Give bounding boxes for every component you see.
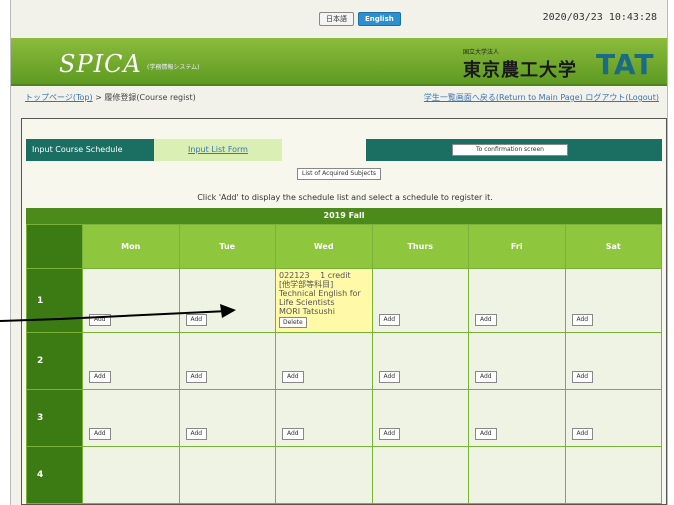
registration-panel: Input Course Schedule Input List Form To… <box>21 118 667 505</box>
add-button[interactable]: Add <box>185 428 208 440</box>
schedule-grid: Mon Tue Wed Thurs Fri Sat 1 Add Add 0221… <box>26 224 662 504</box>
slot-fri-4 <box>468 446 566 504</box>
registered-course-slot: 022123 1 credit [他学部等科目] Technical Engli… <box>275 268 373 333</box>
tab-bar: Input Course Schedule Input List Form To… <box>26 139 662 161</box>
slot-fri-1: Add <box>468 268 566 333</box>
period-label: 2 <box>26 332 83 390</box>
slot-thurs-1: Add <box>371 268 469 333</box>
return-main-link[interactable]: 学生一覧画面へ戻る(Return to Main Page) <box>424 93 583 102</box>
slot-tue-3: Add <box>178 389 276 447</box>
language-japanese-button[interactable]: 日本語 <box>319 12 354 26</box>
period-label: 1 <box>26 268 83 333</box>
day-header-thurs: Thurs <box>371 224 469 269</box>
slot-sat-1: Add <box>564 268 662 333</box>
add-button[interactable]: Add <box>475 428 497 440</box>
add-button[interactable]: Add <box>571 371 594 383</box>
day-header-tue: Tue <box>178 224 276 269</box>
slot-sat-4 <box>564 446 662 504</box>
day-header-mon: Mon <box>82 224 180 269</box>
period-row-2: 2 Add Add Add Add Add Add <box>26 332 662 390</box>
current-datetime: 2020/03/23 10:43:28 <box>542 12 657 23</box>
logo-subtitle: (学務情報システム) <box>147 64 200 71</box>
logout-link[interactable]: ログアウト(Logout) <box>585 93 659 102</box>
slot-tue-1: Add <box>178 268 276 333</box>
add-button[interactable]: Add <box>185 371 208 383</box>
confirm-bar: To confirmation screen <box>366 139 662 161</box>
tab-input-list-form[interactable]: Input List Form <box>154 139 282 161</box>
slot-wed-4 <box>275 446 373 504</box>
add-button[interactable]: Add <box>378 371 401 383</box>
add-button[interactable]: Add <box>89 314 111 326</box>
navigation-row: トップページ(Top) > 履修登録(Course regist) 学生一覧画面… <box>11 86 667 108</box>
add-button[interactable]: Add <box>378 428 401 440</box>
delete-button[interactable]: Delete <box>279 317 307 328</box>
slot-sat-2: Add <box>564 332 662 390</box>
corner-cell <box>26 224 83 269</box>
confirmation-screen-button[interactable]: To confirmation screen <box>452 144 568 156</box>
add-button[interactable]: Add <box>89 371 111 383</box>
term-header: 2019 Fall <box>26 208 662 224</box>
day-header-fri: Fri <box>468 224 566 269</box>
slot-mon-2: Add <box>82 332 180 390</box>
day-header-wed: Wed <box>275 224 373 269</box>
course-category: [他学部等科目] <box>279 280 334 289</box>
slot-mon-4 <box>82 446 180 504</box>
page-frame: 日本語 English 2020/03/23 10:43:28 SPICA (学… <box>10 0 668 505</box>
slot-mon-3: Add <box>82 389 180 447</box>
add-button[interactable]: Add <box>282 371 304 383</box>
breadcrumb-separator: > <box>92 93 105 102</box>
university-name: 東京農工大学 <box>463 60 577 81</box>
acquired-subjects-button[interactable]: List of Acquired Subjects <box>297 168 381 180</box>
course-title: Technical English for Life Scientists <box>279 289 361 307</box>
period-label: 3 <box>26 389 83 447</box>
slot-wed-2: Add <box>275 332 373 390</box>
course-instructor: MORI Tatsushi <box>279 307 335 316</box>
add-button[interactable]: Add <box>475 314 497 326</box>
breadcrumb-current: 履修登録(Course regist) <box>104 93 196 102</box>
course-code-credit: 022123 1 credit <box>279 271 351 280</box>
slot-thurs-3: Add <box>371 389 469 447</box>
add-button[interactable]: Add <box>475 371 497 383</box>
breadcrumb: トップページ(Top) > 履修登録(Course regist) <box>25 92 196 103</box>
add-button[interactable]: Add <box>185 314 208 326</box>
slot-sat-3: Add <box>564 389 662 447</box>
slot-fri-2: Add <box>468 332 566 390</box>
slot-tue-4 <box>178 446 276 504</box>
add-button[interactable]: Add <box>89 428 111 440</box>
period-row-3: 3 Add Add Add Add Add Add <box>26 389 662 447</box>
slot-mon-1: Add <box>82 268 180 333</box>
site-header: SPICA (学務情報システム) 国立大学法人 東京農工大学 TAT <box>11 38 667 86</box>
slot-fri-3: Add <box>468 389 566 447</box>
period-label: 4 <box>26 446 83 504</box>
header-links: 学生一覧画面へ戻る(Return to Main Page) ログアウト(Log… <box>424 92 659 103</box>
spica-logo: SPICA <box>59 50 142 78</box>
slot-tue-2: Add <box>178 332 276 390</box>
day-header-row: Mon Tue Wed Thurs Fri Sat <box>26 224 662 269</box>
slot-thurs-4 <box>371 446 469 504</box>
instruction-text: Click 'Add' to display the schedule list… <box>197 193 493 202</box>
slot-wed-3: Add <box>275 389 373 447</box>
period-row-4: 4 <box>26 446 662 504</box>
add-button[interactable]: Add <box>282 428 304 440</box>
period-row-1: 1 Add Add 022123 1 credit [他学部等科目] Techn… <box>26 268 662 333</box>
university-type-label: 国立大学法人 <box>463 49 500 56</box>
add-button[interactable]: Add <box>571 314 594 326</box>
top-bar: 日本語 English 2020/03/23 10:43:28 <box>11 0 667 38</box>
add-button[interactable]: Add <box>378 314 401 326</box>
tab-input-schedule[interactable]: Input Course Schedule <box>26 139 154 161</box>
tat-logo: TAT <box>596 48 655 81</box>
add-button[interactable]: Add <box>571 428 594 440</box>
day-header-sat: Sat <box>564 224 662 269</box>
slot-thurs-2: Add <box>371 332 469 390</box>
breadcrumb-top-link[interactable]: トップページ(Top) <box>25 93 93 102</box>
language-english-button[interactable]: English <box>358 12 401 26</box>
